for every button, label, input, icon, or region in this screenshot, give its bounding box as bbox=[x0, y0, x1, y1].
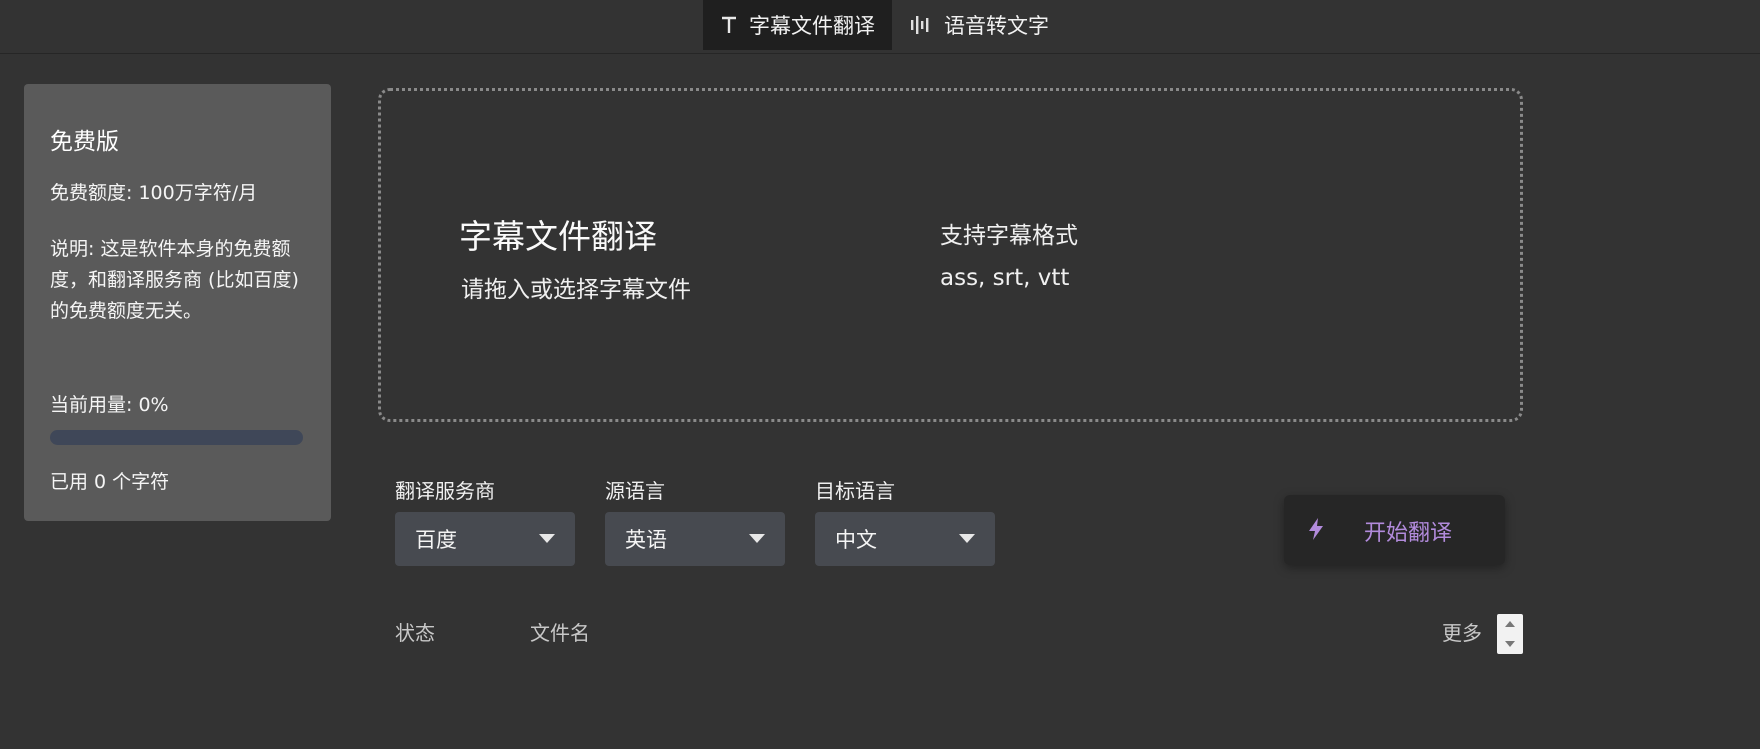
supported-formats-label: 支持字幕格式 bbox=[940, 223, 1078, 249]
audio-wave-icon bbox=[910, 15, 932, 35]
plan-title: 免费版 bbox=[50, 129, 119, 155]
start-button-label: 开始翻译 bbox=[1364, 521, 1453, 546]
supported-formats: ass, srt, vtt bbox=[940, 265, 1070, 291]
provider-label: 翻译服务商 bbox=[395, 479, 495, 503]
tab-speech-to-text[interactable]: 语音转文字 bbox=[892, 0, 1062, 50]
scroll-stepper[interactable] bbox=[1497, 614, 1523, 654]
caret-down-icon bbox=[749, 534, 765, 543]
lightning-icon bbox=[1306, 517, 1326, 545]
dropzone-subtitle: 请拖入或选择字幕文件 bbox=[461, 277, 691, 303]
tab-label: 语音转文字 bbox=[944, 14, 1049, 38]
column-header-filename: 文件名 bbox=[530, 621, 590, 645]
arrow-up-icon[interactable] bbox=[1505, 621, 1515, 627]
provider-select[interactable]: 百度 bbox=[395, 512, 575, 566]
provider-value: 百度 bbox=[415, 528, 457, 552]
caret-down-icon bbox=[959, 534, 975, 543]
tab-subtitle-translation[interactable]: 字幕文件翻译 bbox=[703, 0, 892, 50]
source-language-select[interactable]: 英语 bbox=[605, 512, 785, 566]
target-language-select[interactable]: 中文 bbox=[815, 512, 995, 566]
source-language-value: 英语 bbox=[625, 528, 667, 552]
source-language-label: 源语言 bbox=[605, 479, 665, 503]
dropzone-title: 字幕文件翻译 bbox=[459, 217, 657, 256]
usage-progress-bar bbox=[50, 430, 303, 445]
text-t-icon bbox=[721, 16, 737, 34]
target-language-label: 目标语言 bbox=[815, 479, 895, 503]
start-translation-button[interactable]: 开始翻译 bbox=[1284, 495, 1505, 565]
top-tab-bar: 字幕文件翻译 语音转文字 bbox=[0, 0, 1760, 54]
column-header-more[interactable]: 更多 bbox=[1442, 617, 1482, 646]
plan-usage-label: 当前用量: 0% bbox=[50, 394, 169, 416]
target-language-value: 中文 bbox=[835, 528, 877, 552]
arrow-down-icon[interactable] bbox=[1505, 641, 1515, 647]
plan-used-chars: 已用 0 个字符 bbox=[50, 471, 170, 493]
column-header-status: 状态 bbox=[395, 621, 435, 645]
caret-down-icon bbox=[539, 534, 555, 543]
plan-quota: 免费额度: 100万字符/月 bbox=[50, 182, 258, 204]
plan-description: 说明: 这是软件本身的免费额度，和翻译服务商 (比如百度) 的免费额度无关。 bbox=[50, 238, 299, 322]
tab-label: 字幕文件翻译 bbox=[749, 14, 875, 38]
